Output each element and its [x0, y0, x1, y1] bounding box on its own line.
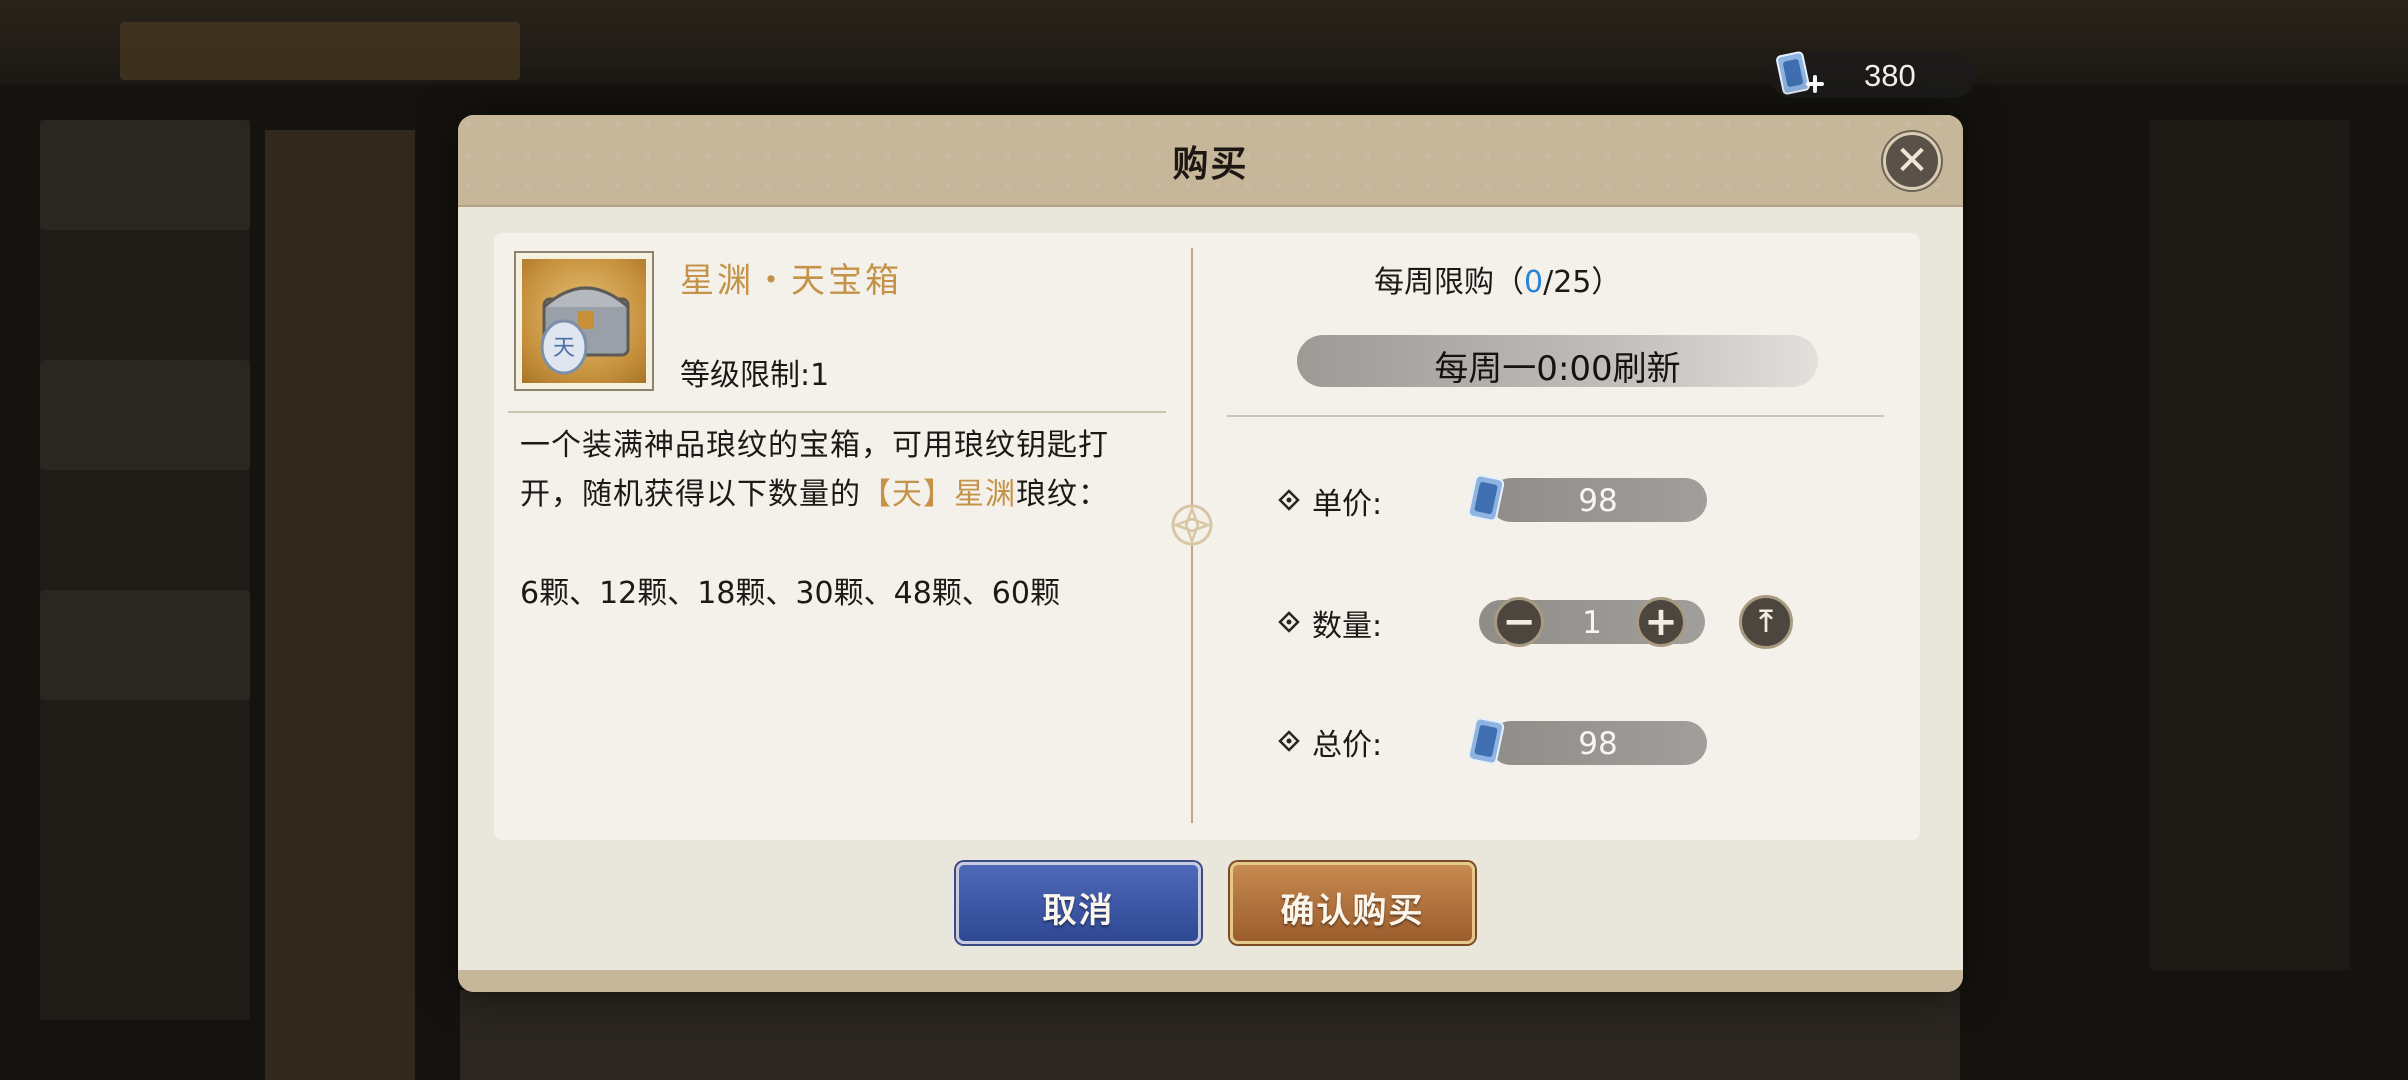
currency-display[interactable]: 380	[1770, 51, 1975, 98]
diamond-bullet-icon	[1278, 489, 1300, 511]
confirm-button-label[interactable]: 确认购买	[1233, 883, 1472, 932]
total-price-label: 总价:	[1312, 728, 1383, 763]
reward-quantities: 6颗、12颗、18颗、30颗、48颗、60颗	[520, 576, 1060, 611]
diamond-bullet-icon	[1278, 611, 1300, 633]
treasure-chest-icon: 天	[522, 259, 646, 383]
total-price-field: 98	[1489, 721, 1707, 765]
right-divider	[1227, 415, 1884, 417]
currency-amount: 380	[1864, 58, 1916, 93]
refresh-text: 每周一0:00刷新	[1434, 349, 1681, 389]
item-name: 星渊・天宝箱	[680, 261, 902, 301]
background-right-panel	[2150, 120, 2350, 970]
dialog-header: 购买 ✕	[458, 115, 1963, 207]
background-bottom-bar	[460, 990, 1960, 1080]
weekly-limit-current: 0	[1524, 265, 1544, 300]
unit-price-value: 98	[1578, 483, 1618, 519]
dialog-content: 天 星渊・天宝箱 等级限制:1 一个装满神品琅纹的宝箱，可用琅纹钥匙打开，随机获…	[494, 233, 1920, 840]
unit-price-field: 98	[1489, 478, 1707, 522]
cancel-button-label[interactable]: 取消	[959, 883, 1198, 932]
background-slot	[40, 120, 250, 230]
ornament-icon	[1171, 504, 1213, 546]
max-quantity-button[interactable]: ⤒	[1739, 595, 1793, 649]
close-button[interactable]: ✕	[1883, 132, 1941, 190]
increase-quantity-button[interactable]: +	[1636, 597, 1686, 647]
diamond-bullet-icon	[1278, 730, 1300, 752]
close-x-icon[interactable]: ✕	[1886, 135, 1938, 187]
weekly-purchase-limit: 每周限购（0/25）	[1374, 257, 1621, 301]
dialog-title: 购买	[1172, 143, 1249, 185]
purchase-dialog: 购买 ✕ 天 星渊・天宝箱 等级限制:1 一个装满神品琅纹的宝箱，可用琅纹钥匙打…	[458, 115, 1963, 992]
background-column	[265, 130, 415, 1080]
description-text-end: 琅纹：	[1016, 477, 1109, 512]
background-tab	[120, 22, 520, 80]
dialog-footer-strip	[458, 970, 1963, 992]
left-divider	[508, 411, 1166, 413]
max-arrow-up-icon[interactable]: ⤒	[1742, 598, 1790, 646]
weekly-limit-prefix: 每周限购（	[1374, 265, 1524, 300]
svg-text:天: 天	[553, 336, 575, 361]
background-sidebar	[40, 120, 250, 1020]
refresh-info-bar: 每周一0:00刷新	[1297, 335, 1818, 389]
decrease-quantity-button[interactable]: −	[1494, 597, 1544, 647]
background-top-bar	[0, 0, 2408, 85]
scroll-ticket-icon	[1467, 474, 1505, 522]
plus-icon[interactable]: +	[1639, 600, 1683, 644]
background-slot	[40, 590, 250, 700]
level-limit: 等级限制:1	[680, 358, 830, 393]
confirm-purchase-button[interactable]: 确认购买	[1230, 862, 1475, 944]
unit-price-label: 单价:	[1312, 487, 1383, 522]
item-description: 一个装满神品琅纹的宝箱，可用琅纹钥匙打开，随机获得以下数量的【天】星渊琅纹：	[520, 421, 1170, 519]
scroll-ticket-plus-icon[interactable]	[1770, 48, 1826, 104]
minus-icon[interactable]: −	[1497, 600, 1541, 644]
background-slot	[40, 360, 250, 470]
description-highlight: 【天】星渊	[861, 477, 1016, 512]
scroll-ticket-icon	[1467, 717, 1505, 765]
total-price-value: 98	[1578, 726, 1618, 762]
cancel-button[interactable]: 取消	[956, 862, 1201, 944]
item-icon-frame: 天	[514, 251, 654, 391]
weekly-limit-total: /25）	[1543, 265, 1622, 300]
quantity-label: 数量:	[1312, 609, 1383, 644]
